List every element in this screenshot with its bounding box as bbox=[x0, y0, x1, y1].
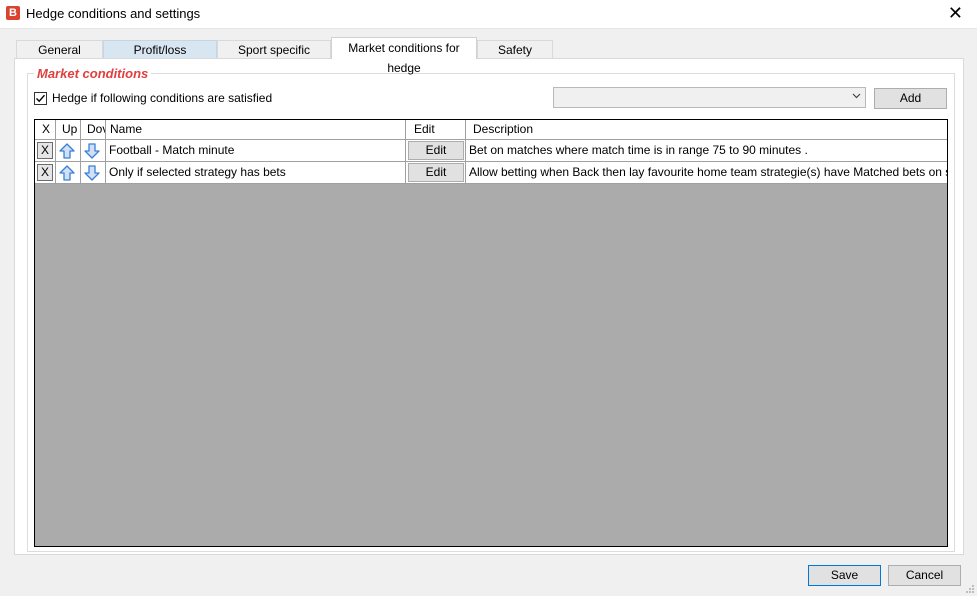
resize-grip-icon[interactable] bbox=[965, 584, 975, 594]
column-header-down[interactable]: Dov bbox=[81, 120, 106, 140]
delete-row-button[interactable]: X bbox=[37, 142, 53, 159]
save-button[interactable]: Save bbox=[808, 565, 881, 586]
table-row-2-description[interactable]: Allow betting when Back then lay favouri… bbox=[466, 162, 947, 184]
table-row-1-edit-cell: Edit bbox=[406, 140, 466, 162]
delete-row-button[interactable]: X bbox=[37, 164, 53, 181]
edit-row-button[interactable]: Edit bbox=[408, 141, 464, 160]
table-row-1-down-cell bbox=[81, 140, 106, 162]
window-title: Hedge conditions and settings bbox=[26, 6, 201, 21]
arrow-up-icon[interactable] bbox=[59, 165, 75, 181]
table-row-1-delete-cell: X bbox=[35, 140, 56, 162]
arrow-down-icon[interactable] bbox=[84, 165, 100, 181]
chevron-down-icon bbox=[852, 93, 861, 99]
app-logo-icon: B bbox=[6, 6, 20, 20]
table-row-1-name[interactable]: Football - Match minute bbox=[106, 140, 406, 162]
table-row-1-description[interactable]: Bet on matches where match time is in ra… bbox=[466, 140, 947, 162]
close-icon[interactable]: ✕ bbox=[948, 3, 963, 23]
table-row-2-up-cell bbox=[56, 162, 81, 184]
hedge-checkbox-label[interactable]: Hedge if following conditions are satisf… bbox=[52, 91, 272, 105]
tab-safety-settings[interactable]: Safety settings bbox=[477, 40, 553, 75]
column-header-description[interactable]: Description bbox=[466, 120, 947, 140]
tab-sport-specific-settings[interactable]: Sport specific settings bbox=[217, 40, 331, 75]
table-row-2-down-cell bbox=[81, 162, 106, 184]
column-header-edit[interactable]: Edit bbox=[406, 120, 466, 140]
column-header-up[interactable]: Up bbox=[56, 120, 81, 140]
column-header-x[interactable]: X bbox=[35, 120, 56, 140]
edit-row-button[interactable]: Edit bbox=[408, 163, 464, 182]
arrow-up-icon[interactable] bbox=[59, 143, 75, 159]
table-row-2-delete-cell: X bbox=[35, 162, 56, 184]
add-button[interactable]: Add bbox=[874, 88, 947, 109]
hedge-checkbox[interactable] bbox=[34, 92, 47, 105]
tab-profit-loss-calculation[interactable]: Profit/loss calculation bbox=[103, 40, 217, 75]
group-title: Market conditions bbox=[34, 66, 152, 81]
arrow-down-icon[interactable] bbox=[84, 143, 100, 159]
column-header-name[interactable]: Name bbox=[106, 120, 406, 140]
checkmark-icon bbox=[36, 94, 46, 103]
title-bar: B Hedge conditions and settings ✕ bbox=[0, 0, 977, 29]
table-row-1-up-cell bbox=[56, 140, 81, 162]
tab-general-settings[interactable]: General settings bbox=[16, 40, 103, 75]
condition-combo[interactable] bbox=[553, 87, 866, 108]
table-row-2-name[interactable]: Only if selected strategy has bets bbox=[106, 162, 406, 184]
tab-market-conditions-for-hedge[interactable]: Market conditions for hedge bbox=[331, 37, 477, 75]
conditions-grid[interactable]: X Up Dov Name Edit Description X Footbal… bbox=[34, 119, 948, 547]
table-row-2-edit-cell: Edit bbox=[406, 162, 466, 184]
cancel-button[interactable]: Cancel bbox=[888, 565, 961, 586]
